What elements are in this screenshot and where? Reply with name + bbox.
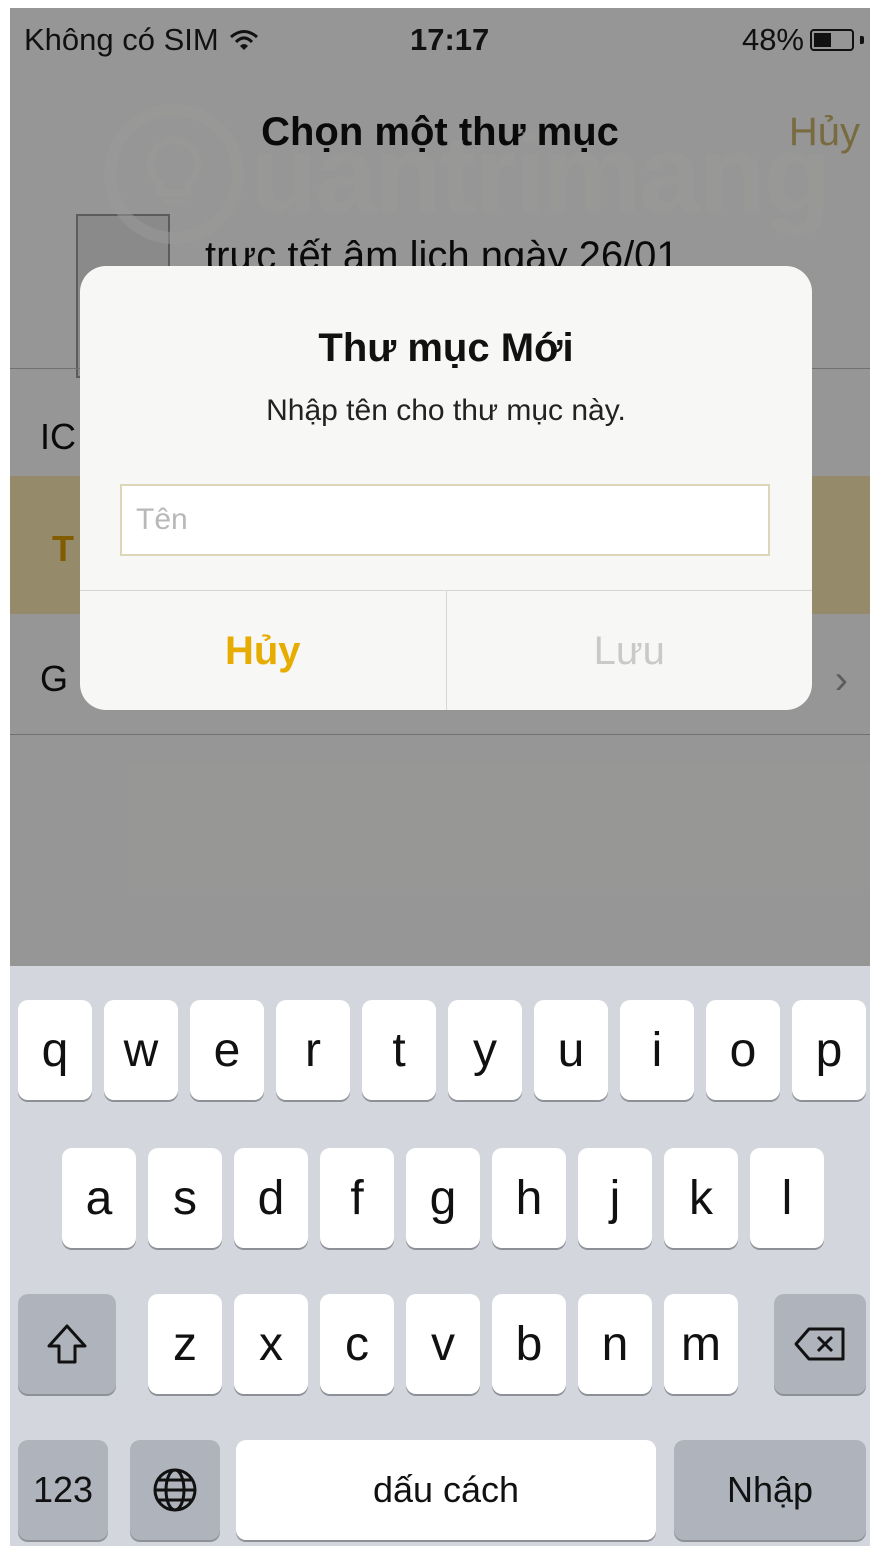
key-q[interactable]: q <box>18 1000 92 1100</box>
space-key[interactable]: dấu cách <box>236 1440 656 1540</box>
key-a[interactable]: a <box>62 1148 136 1248</box>
globe-icon <box>153 1468 197 1512</box>
key-k[interactable]: k <box>664 1148 738 1248</box>
key-r[interactable]: r <box>276 1000 350 1100</box>
status-time: 17:17 <box>410 22 490 57</box>
backspace-key[interactable] <box>774 1294 866 1394</box>
key-w[interactable]: w <box>104 1000 178 1100</box>
key-o[interactable]: o <box>706 1000 780 1100</box>
battery-percent: 48% <box>741 22 804 57</box>
battery-icon <box>810 29 854 51</box>
shift-arrow-icon <box>47 1324 87 1364</box>
key-e[interactable]: e <box>190 1000 264 1100</box>
key-t[interactable]: t <box>362 1000 436 1100</box>
key-c[interactable]: c <box>320 1294 394 1394</box>
key-j[interactable]: j <box>578 1148 652 1248</box>
key-l[interactable]: l <box>750 1148 824 1248</box>
key-u[interactable]: u <box>534 1000 608 1100</box>
new-folder-alert: Thư mục Mới Nhập tên cho thư mục này. Hủ… <box>80 266 812 710</box>
key-p[interactable]: p <box>792 1000 866 1100</box>
numbers-key[interactable]: 123 <box>18 1440 108 1540</box>
save-button[interactable]: Lưu <box>447 591 813 710</box>
shift-key[interactable] <box>18 1294 116 1394</box>
key-b[interactable]: b <box>492 1294 566 1394</box>
key-g[interactable]: g <box>406 1148 480 1248</box>
wifi-icon <box>229 30 258 50</box>
key-m[interactable]: m <box>664 1294 738 1394</box>
key-y[interactable]: y <box>448 1000 522 1100</box>
folder-name-input[interactable] <box>120 484 770 556</box>
key-h[interactable]: h <box>492 1148 566 1248</box>
alert-message: Nhập tên cho thư mục này. <box>266 394 626 427</box>
keyboard: q w e r t y u i o p a s d f g h j k l z … <box>10 966 870 1546</box>
key-f[interactable]: f <box>320 1148 394 1248</box>
key-x[interactable]: x <box>234 1294 308 1394</box>
cancel-button[interactable]: Hủy <box>80 591 447 710</box>
return-key[interactable]: Nhập <box>674 1440 866 1540</box>
alert-button-row: Hủy Lưu <box>80 590 812 710</box>
key-n[interactable]: n <box>578 1294 652 1394</box>
status-bar: Không có SIM 17:17 48% <box>10 8 870 70</box>
carrier-label: Không có SIM <box>24 22 219 57</box>
alert-title: Thư mục Mới <box>318 326 574 370</box>
globe-key[interactable] <box>130 1440 220 1540</box>
backspace-icon <box>794 1327 845 1361</box>
key-z[interactable]: z <box>148 1294 222 1394</box>
phone-screen: Chọn một thư mục Hủy trực tết âm lịch ng… <box>10 8 870 1546</box>
key-i[interactable]: i <box>620 1000 694 1100</box>
key-s[interactable]: s <box>148 1148 222 1248</box>
key-d[interactable]: d <box>234 1148 308 1248</box>
key-v[interactable]: v <box>406 1294 480 1394</box>
